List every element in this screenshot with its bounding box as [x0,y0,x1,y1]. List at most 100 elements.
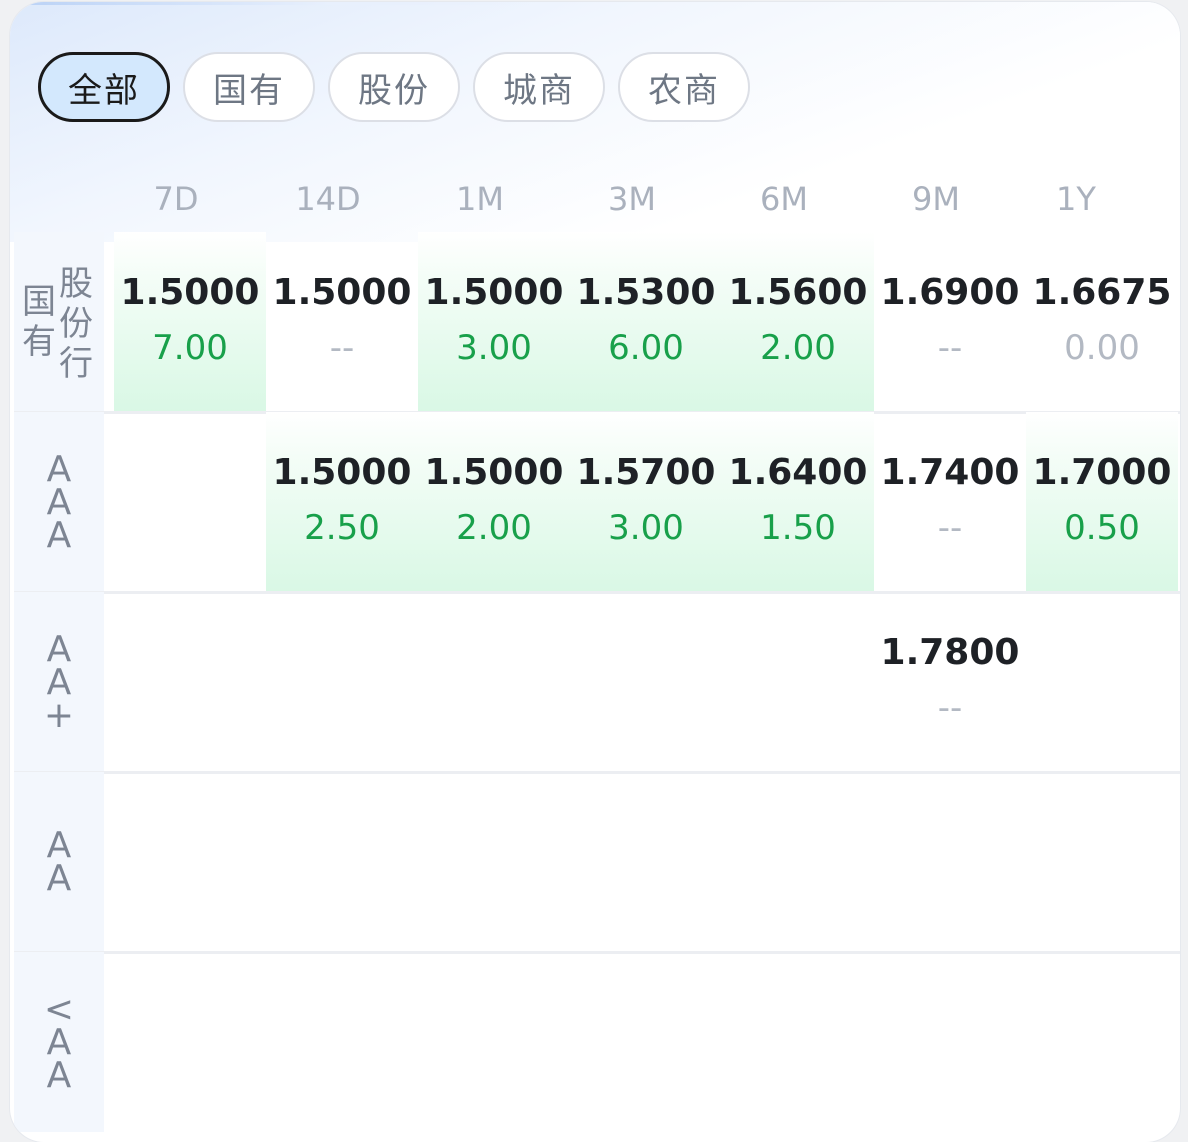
rate-cell-14d [266,592,418,772]
rate-cell-1m[interactable]: 1.5000 3.00 [418,232,570,412]
rate-cell-1m[interactable]: 1.5000 2.00 [418,412,570,592]
rate-value: 1.6400 [728,452,868,493]
rate-cell-6m[interactable]: 1.6400 1.50 [722,412,874,592]
row-label-char: A [46,448,72,490]
rate-cell-1y[interactable]: 1.6675 0.00 [1026,232,1178,412]
row-label-char: A [46,481,72,523]
row-label-cell: AA [14,772,104,952]
row-label-column-1: 国有 [22,282,56,362]
column-header-14d[interactable]: 14D [252,180,404,218]
rate-value: 1.7000 [1032,452,1172,493]
amount-value: 0.50 [1064,508,1140,548]
row-label-char: 有 [22,322,56,362]
rate-cell-7d [114,952,266,1132]
tab-0[interactable]: 全部 [38,52,170,122]
amount-value: -- [937,328,963,368]
rate-value: 1.5000 [272,452,412,493]
rate-row-2: A A +1.7800 -- [14,592,1180,772]
rate-cell-3m[interactable]: 1.5700 3.00 [570,412,722,592]
rate-row-4: < A A [14,952,1180,1132]
rate-cell-1m [418,952,570,1132]
row-label-text: < A A [14,952,104,1132]
rate-row-1: A A A 1.5000 2.50 1.5000 2.00 1.5700 3.00 1.6400 1… [14,412,1180,592]
tab-1[interactable]: 国有 [183,52,315,122]
row-label-text: AAA [14,412,104,592]
amount-value: -- [329,328,355,368]
rate-cell-7d [114,772,266,952]
row-label-char: 份 [59,304,93,344]
rate-cell-7d[interactable]: 1.5000 7.00 [114,232,266,412]
amount-value: 0.00 [1064,328,1140,368]
tab-3[interactable]: 城商 [473,52,605,122]
bank-type-tabs: 全部 国有 股份 城商 农商 [38,52,750,122]
rate-value: 1.6675 [1032,272,1172,313]
rate-cell-7d [114,592,266,772]
rate-value: 1.7400 [880,452,1020,493]
row-label-char: A [46,628,72,670]
rate-table-card: 全部 国有 股份 城商 农商 7D 14D 1M 3M 6M 9M 1Y 国有股份行 1.5000 7.… [10,2,1180,1142]
top-edge-highlight [30,2,530,5]
rate-row-0: 国有股份行 1.5000 7.00 1.5000 -- 1.5000 3.00 1.5300 6… [14,232,1180,412]
rate-cell-1y [1026,772,1178,952]
rate-cell-14d [266,772,418,952]
rate-cell-6m [722,592,874,772]
rate-cell-9m[interactable]: 1.6900 -- [874,232,1026,412]
rate-cell-9m[interactable]: 1.7400 -- [874,412,1026,592]
column-header-6m[interactable]: 6M [708,180,860,218]
column-header-1y[interactable]: 1Y [1000,180,1152,218]
rate-value: 1.5600 [728,272,868,313]
column-header-9m[interactable]: 9M [860,180,1012,218]
rate-cell-1y[interactable]: 1.7000 0.50 [1026,412,1178,592]
tab-2[interactable]: 股份 [328,52,460,122]
amount-value: 3.00 [608,508,684,548]
row-label-text: AA [14,772,104,952]
rate-cell-1y [1026,592,1178,772]
tenor-column-headers: 7D 14D 1M 3M 6M 9M 1Y [105,180,1165,226]
row-label-char: 国 [22,282,56,322]
rate-cell-6m[interactable]: 1.5600 2.00 [722,232,874,412]
rate-cell-9m [874,772,1026,952]
rate-value: 1.5300 [576,272,716,313]
row-label-char: A [46,514,72,556]
row-label-cell: < A A [14,952,104,1132]
rate-cell-14d[interactable]: 1.5000 2.50 [266,412,418,592]
rate-value: 1.7800 [880,632,1020,673]
rate-cell-3m [570,772,722,952]
column-header-7d[interactable]: 7D [100,180,252,218]
rate-cell-9m [874,952,1026,1132]
column-header-3m[interactable]: 3M [556,180,708,218]
rate-value: 1.5000 [424,272,564,313]
row-label-char: 股 [59,264,93,304]
rate-value: 1.5700 [576,452,716,493]
rate-cell-14d [266,952,418,1132]
rate-cell-9m[interactable]: 1.7800 -- [874,592,1026,772]
rate-cell-1y [1026,952,1178,1132]
rate-value: 1.5000 [424,452,564,493]
amount-value: 7.00 [152,328,228,368]
row-label-char: < [43,988,75,1030]
row-label-char: A [46,661,72,703]
amount-value: 6.00 [608,328,684,368]
row-label-char: A [46,1054,72,1096]
tab-4[interactable]: 农商 [618,52,750,122]
amount-value: 2.00 [456,508,532,548]
amount-value: 3.00 [456,328,532,368]
row-label-char: A [46,1021,72,1063]
row-label-text: A A + [14,592,104,772]
row-label-column-2: 股份行 [59,264,93,384]
rate-cell-3m[interactable]: 1.5300 6.00 [570,232,722,412]
amount-value: -- [937,688,963,728]
row-label-text: 国有股份行 [14,232,104,412]
row-label-char: + [43,694,75,736]
amount-value: 2.00 [760,328,836,368]
rate-value: 1.5000 [272,272,412,313]
rate-row-3: AA [14,772,1180,952]
rate-cell-3m [570,952,722,1132]
rate-cell-6m [722,952,874,1132]
column-header-1m[interactable]: 1M [404,180,556,218]
rate-cell-3m [570,592,722,772]
row-label-char: 行 [59,344,93,384]
row-label-cell: 国有股份行 [14,232,104,412]
row-label-cell: AAA [14,412,104,592]
rate-cell-14d[interactable]: 1.5000 -- [266,232,418,412]
